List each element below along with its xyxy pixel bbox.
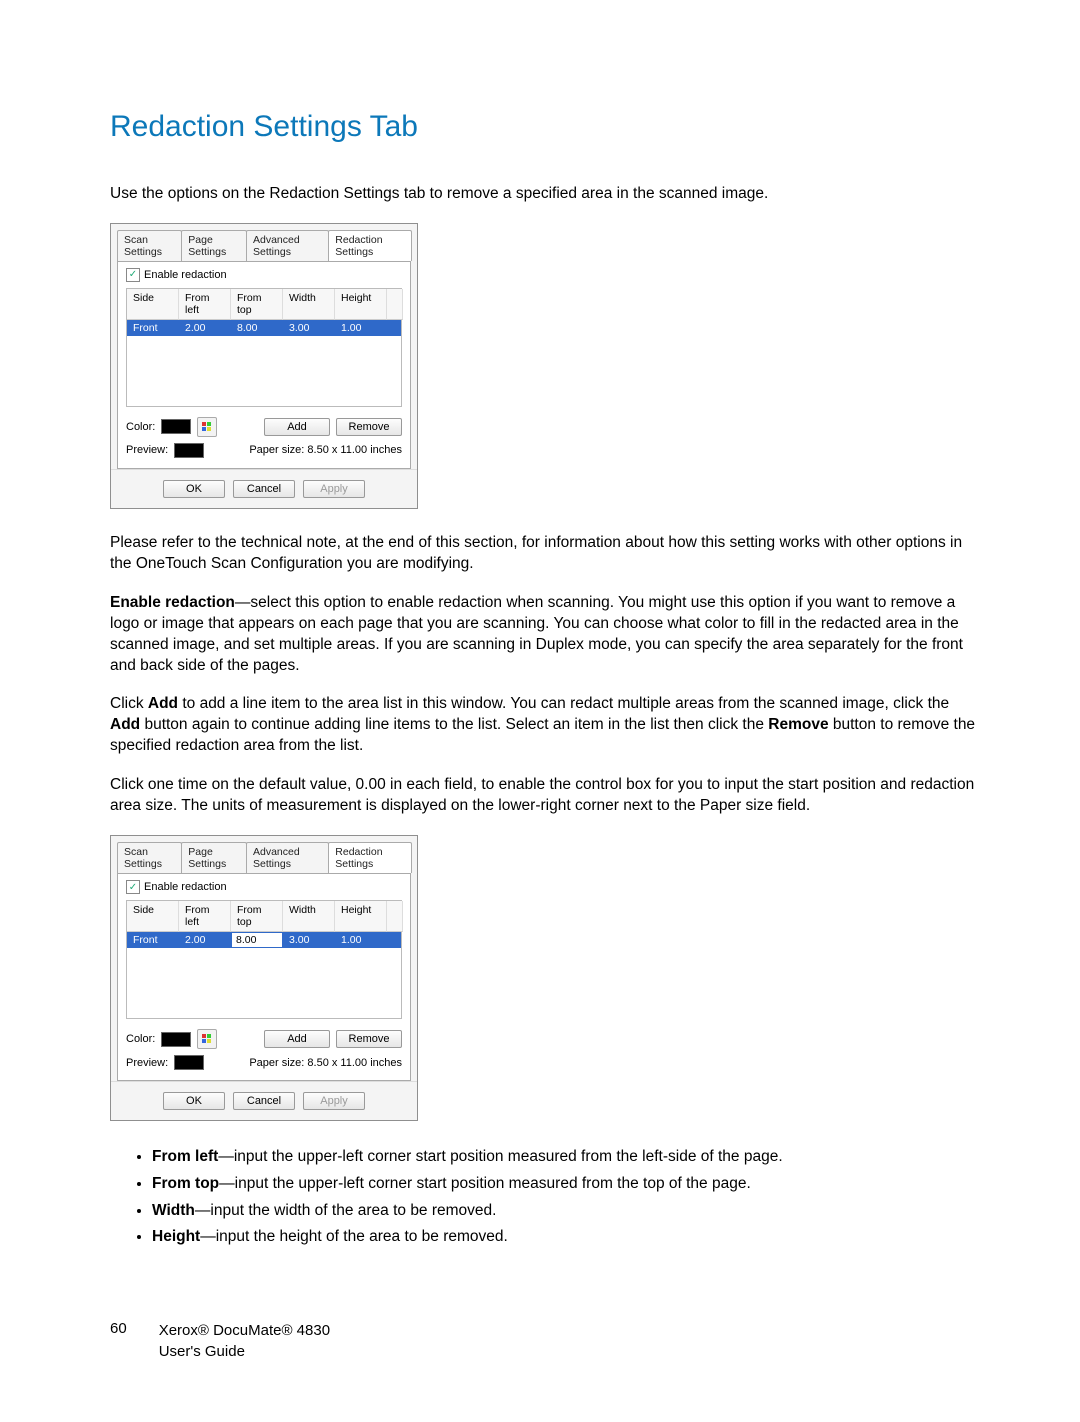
- preview-label: Preview:: [126, 1057, 168, 1069]
- tab-redaction-settings[interactable]: Redaction Settings: [328, 230, 412, 261]
- enable-redaction-label: Enable redaction: [144, 269, 227, 281]
- add-button[interactable]: Add: [264, 418, 330, 436]
- list-item: From left—input the upper-left corner st…: [152, 1145, 980, 1170]
- footer-line-2: User's Guide: [159, 1341, 330, 1362]
- tab-row: Scan Settings Page Settings Advanced Set…: [111, 224, 417, 261]
- intro-paragraph: Use the options on the Redaction Setting…: [110, 184, 980, 205]
- cell-from-left[interactable]: 2.00: [179, 320, 231, 336]
- col-width: Width: [283, 901, 335, 932]
- cell-from-top-editing[interactable]: 8.00: [231, 932, 283, 948]
- dialog-screenshot-1: Scan Settings Page Settings Advanced Set…: [110, 223, 980, 509]
- redaction-table: Side From left From top Width Height Fro…: [126, 288, 402, 407]
- tab-scan-settings[interactable]: Scan Settings: [117, 842, 182, 873]
- footer-line-1: Xerox® DocuMate® 4830: [159, 1320, 330, 1341]
- cell-side[interactable]: Front: [127, 932, 179, 948]
- cancel-button[interactable]: Cancel: [233, 1092, 295, 1110]
- tab-redaction-settings[interactable]: Redaction Settings: [328, 842, 412, 873]
- enable-redaction-checkbox[interactable]: ✓: [126, 880, 140, 894]
- page-footer: 60 Xerox® DocuMate® 4830 User's Guide: [110, 1320, 980, 1362]
- page-heading: Redaction Settings Tab: [110, 110, 980, 144]
- paper-size-label: Paper size: 8.50 x 11.00 inches: [249, 444, 402, 456]
- dialog-screenshot-2: Scan Settings Page Settings Advanced Set…: [110, 835, 980, 1121]
- preview-swatch: [174, 1055, 204, 1070]
- tab-scan-settings[interactable]: Scan Settings: [117, 230, 182, 261]
- col-from-left: From left: [179, 901, 231, 932]
- tab-page-settings[interactable]: Page Settings: [181, 842, 247, 873]
- apply-button[interactable]: Apply: [303, 1092, 365, 1110]
- col-height: Height: [335, 289, 387, 320]
- color-swatch[interactable]: [161, 419, 191, 434]
- cancel-button[interactable]: Cancel: [233, 480, 295, 498]
- ok-button[interactable]: OK: [163, 480, 225, 498]
- field-bullet-list: From left—input the upper-left corner st…: [110, 1145, 980, 1250]
- add-remove-paragraph: Click Add to add a line item to the area…: [110, 694, 980, 757]
- color-picker-icon: [201, 421, 213, 433]
- redaction-dialog: Scan Settings Page Settings Advanced Set…: [110, 835, 418, 1121]
- paper-size-label: Paper size: 8.50 x 11.00 inches: [249, 1057, 402, 1069]
- redaction-dialog: Scan Settings Page Settings Advanced Set…: [110, 223, 418, 509]
- cell-from-left[interactable]: 2.00: [179, 932, 231, 948]
- preview-swatch: [174, 443, 204, 458]
- ok-button[interactable]: OK: [163, 1092, 225, 1110]
- apply-button[interactable]: Apply: [303, 480, 365, 498]
- tab-advanced-settings[interactable]: Advanced Settings: [246, 230, 329, 261]
- col-width: Width: [283, 289, 335, 320]
- add-button[interactable]: Add: [264, 1030, 330, 1048]
- cell-from-top[interactable]: 8.00: [231, 320, 283, 336]
- col-from-left: From left: [179, 289, 231, 320]
- color-picker-button[interactable]: [197, 417, 217, 437]
- cell-width[interactable]: 3.00: [283, 320, 335, 336]
- technical-note-paragraph: Please refer to the technical note, at t…: [110, 533, 980, 575]
- list-item: Width—input the width of the area to be …: [152, 1199, 980, 1224]
- color-picker-icon: [201, 1033, 213, 1045]
- color-picker-button[interactable]: [197, 1029, 217, 1049]
- cell-side[interactable]: Front: [127, 320, 179, 336]
- color-swatch[interactable]: [161, 1032, 191, 1047]
- enable-redaction-checkbox[interactable]: ✓: [126, 268, 140, 282]
- enable-redaction-paragraph: Enable redaction—select this option to e…: [110, 593, 980, 677]
- color-label: Color:: [126, 421, 155, 433]
- cell-height[interactable]: 1.00: [335, 320, 387, 336]
- remove-button[interactable]: Remove: [336, 418, 402, 436]
- enable-redaction-label: Enable redaction: [144, 881, 227, 893]
- col-from-top: From top: [231, 289, 283, 320]
- color-label: Color:: [126, 1033, 155, 1045]
- col-side: Side: [127, 901, 179, 932]
- col-height: Height: [335, 901, 387, 932]
- tab-page-settings[interactable]: Page Settings: [181, 230, 247, 261]
- remove-button[interactable]: Remove: [336, 1030, 402, 1048]
- col-side: Side: [127, 289, 179, 320]
- col-from-top: From top: [231, 901, 283, 932]
- table-row[interactable]: Front 2.00 8.00 3.00 1.00: [127, 932, 401, 948]
- cell-width[interactable]: 3.00: [283, 932, 335, 948]
- redaction-table: Side From left From top Width Height Fro…: [126, 900, 402, 1019]
- preview-label: Preview:: [126, 444, 168, 456]
- click-default-paragraph: Click one time on the default value, 0.0…: [110, 775, 980, 817]
- tab-advanced-settings[interactable]: Advanced Settings: [246, 842, 329, 873]
- page-number: 60: [110, 1320, 127, 1362]
- cell-height[interactable]: 1.00: [335, 932, 387, 948]
- list-item: Height—input the height of the area to b…: [152, 1225, 980, 1250]
- table-row[interactable]: Front 2.00 8.00 3.00 1.00: [127, 320, 401, 336]
- list-item: From top—input the upper-left corner sta…: [152, 1172, 980, 1197]
